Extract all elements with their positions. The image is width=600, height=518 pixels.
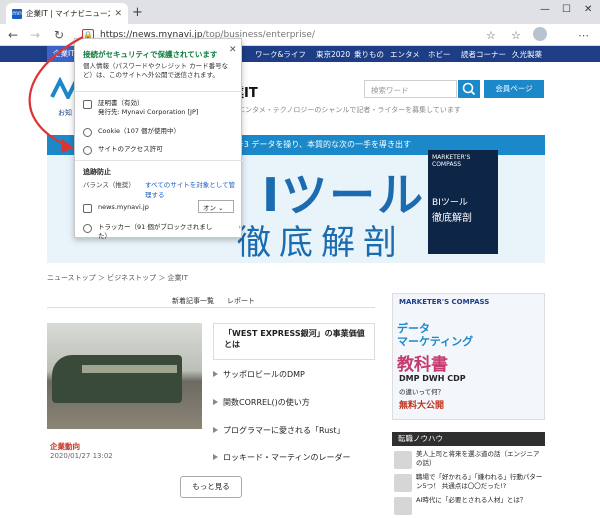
ad-line2: マーケティング xyxy=(397,335,474,348)
site-tracking-row: news.mynavi.jp xyxy=(83,203,149,213)
monitor-icon xyxy=(83,204,92,213)
search-icon xyxy=(462,82,476,96)
thumbnail xyxy=(394,451,412,469)
article-link[interactable]: 関数CORREL()の使い方 xyxy=(213,397,375,408)
side-list-item[interactable]: 美人上司と将来を選ぶ道の話（エンジニアの話） xyxy=(392,449,545,471)
maximize-icon[interactable]: ☐ xyxy=(562,4,571,15)
site-info-popup: 接続がセキュリティで保護されています ✕ 個人情報（パスワードやクレジット カー… xyxy=(74,38,243,241)
forward-icon[interactable]: → xyxy=(30,28,40,42)
certificate-icon xyxy=(83,100,92,109)
more-button[interactable]: もっと見る xyxy=(180,476,242,498)
nav-item-work-life[interactable]: ワーク&ライフ xyxy=(255,49,306,60)
train-shape xyxy=(52,355,182,403)
cookie-row[interactable]: Cookie（107 個が使用中） xyxy=(83,127,180,137)
ad-line3: 教科書 xyxy=(397,355,448,375)
banner-book-image: MARKETER'S COMPASS BIツール 徹底解剖 xyxy=(428,150,498,254)
nav-item-hisamitsu[interactable]: 久光製薬 xyxy=(512,49,542,60)
article-link[interactable]: プログラマーに愛される「Rust」 xyxy=(213,425,375,436)
article-link[interactable]: サッポロビールのDMP xyxy=(213,369,375,380)
close-window-icon[interactable]: ✕ xyxy=(584,4,592,15)
side-ad[interactable]: MARKETER'S COMPASS データ マーケティング 教科書 DMP D… xyxy=(392,293,545,420)
member-page-button[interactable]: 会員ページ xyxy=(484,80,544,98)
tracking-level: バランス（推奨） xyxy=(83,181,135,189)
ad-line1: データ xyxy=(397,322,430,335)
feature-headline[interactable]: 「WEST EXPRESS銀河」の事業価値とは xyxy=(213,323,375,360)
secure-description: 個人情報（パスワードやクレジット カード番号など）は、このサイトへ外公開で送信さ… xyxy=(83,62,229,79)
tracker-icon xyxy=(83,224,92,233)
tracking-toggle-select[interactable]: オン ⌄ xyxy=(198,200,234,213)
divider xyxy=(75,160,243,161)
nav-item-tokyo2020[interactable]: 東京2020 xyxy=(316,49,350,60)
collections-icon[interactable]: ☆ xyxy=(511,29,521,42)
article-link[interactable]: ロッキード・マーティンのレーダー xyxy=(213,452,375,463)
tab-latest-articles[interactable]: 新着記事一覧 xyxy=(172,296,214,306)
feature-image[interactable] xyxy=(47,323,202,429)
book-brand: MARKETER'S COMPASS xyxy=(432,154,471,168)
search-button[interactable] xyxy=(458,80,480,98)
banner-headline-2: 徹底解剖 xyxy=(237,223,405,263)
ad-line4: DMP DWH CDP xyxy=(399,374,466,383)
ad-brand: MARKETER'S COMPASS xyxy=(399,298,490,306)
feature-date: 2020/01/27 13:02 xyxy=(50,452,113,460)
book-subtitle: 徹底解剖 xyxy=(432,213,472,224)
tab-reports[interactable]: レポート xyxy=(227,296,255,306)
reload-icon[interactable]: ↻ xyxy=(54,28,64,42)
gear-icon xyxy=(83,146,92,155)
book-title: BIツール xyxy=(432,198,468,208)
divider xyxy=(75,91,243,92)
content-tabs: 新着記事一覧 レポート xyxy=(47,294,375,308)
certificate-row[interactable]: 証明書（有効） 発行先: Mynavi Corporation [JP] xyxy=(83,99,198,117)
feature-category[interactable]: 企業動向 xyxy=(50,441,80,452)
tab-title: 企業IT | マイナビニュース xyxy=(26,9,111,18)
ad-line6: 無料大公開 xyxy=(399,401,445,411)
nav-item-entertainment[interactable]: エンタメ xyxy=(390,49,420,60)
side-list-item[interactable]: 職場で「好かれる」「嫌われる」行動パターン5つ！ 共通点は〇〇だった!? xyxy=(392,472,545,494)
notice-link[interactable]: お知 xyxy=(58,108,72,118)
site-favicon-icon: mn xyxy=(12,8,22,19)
back-icon[interactable]: ← xyxy=(8,28,18,42)
cookie-icon xyxy=(83,128,92,137)
side-heading: 転職ノウハウ xyxy=(392,432,545,446)
minimize-icon[interactable]: — xyxy=(540,4,550,15)
secure-connection-title: 接続がセキュリティで保護されています xyxy=(83,50,218,59)
search-input[interactable]: 検索ワード xyxy=(364,80,457,98)
tracking-title: 追跡防止 xyxy=(83,168,111,176)
profile-avatar[interactable] xyxy=(533,27,547,41)
popup-close-icon[interactable]: ✕ xyxy=(229,45,237,55)
favorite-star-icon[interactable]: ☆ xyxy=(486,29,496,42)
nav-item-vehicles[interactable]: 乗りもの xyxy=(354,49,384,60)
tab-close-icon[interactable]: ✕ xyxy=(114,9,122,19)
chevron-right-icon: › xyxy=(238,223,241,231)
tab-strip: mn 企業IT | マイナビニュース ✕ + — ☐ ✕ xyxy=(0,0,600,24)
trackers-row[interactable]: トラッカー（91 個がブロックされました） › xyxy=(83,223,241,241)
browser-tab[interactable]: mn 企業IT | マイナビニュース ✕ xyxy=(6,3,128,24)
manage-sites-link[interactable]: すべてのサイトを対象として管理する xyxy=(145,179,241,199)
recruit-tagline[interactable]: ・エンタメ・テクノロジーのシャンルで記者・ライターを募集しています xyxy=(231,105,461,115)
nav-item-readers[interactable]: 読者コーナー xyxy=(461,49,506,60)
breadcrumb[interactable]: ニューストップ ＞ ビジネストップ ＞ 企業IT xyxy=(47,273,188,283)
new-tab-button[interactable]: + xyxy=(132,5,143,20)
nav-item-hobby[interactable]: ホビー xyxy=(428,49,451,60)
thumbnail xyxy=(394,497,412,515)
more-menu-icon[interactable]: ⋯ xyxy=(578,29,589,42)
side-list-item[interactable]: AI時代に「必要とされる人材」とは？ xyxy=(392,495,545,517)
site-permissions-row[interactable]: サイトのアクセス許可 xyxy=(83,145,163,155)
ad-line5: の違いって何？ xyxy=(399,388,445,396)
thumbnail xyxy=(394,474,412,492)
